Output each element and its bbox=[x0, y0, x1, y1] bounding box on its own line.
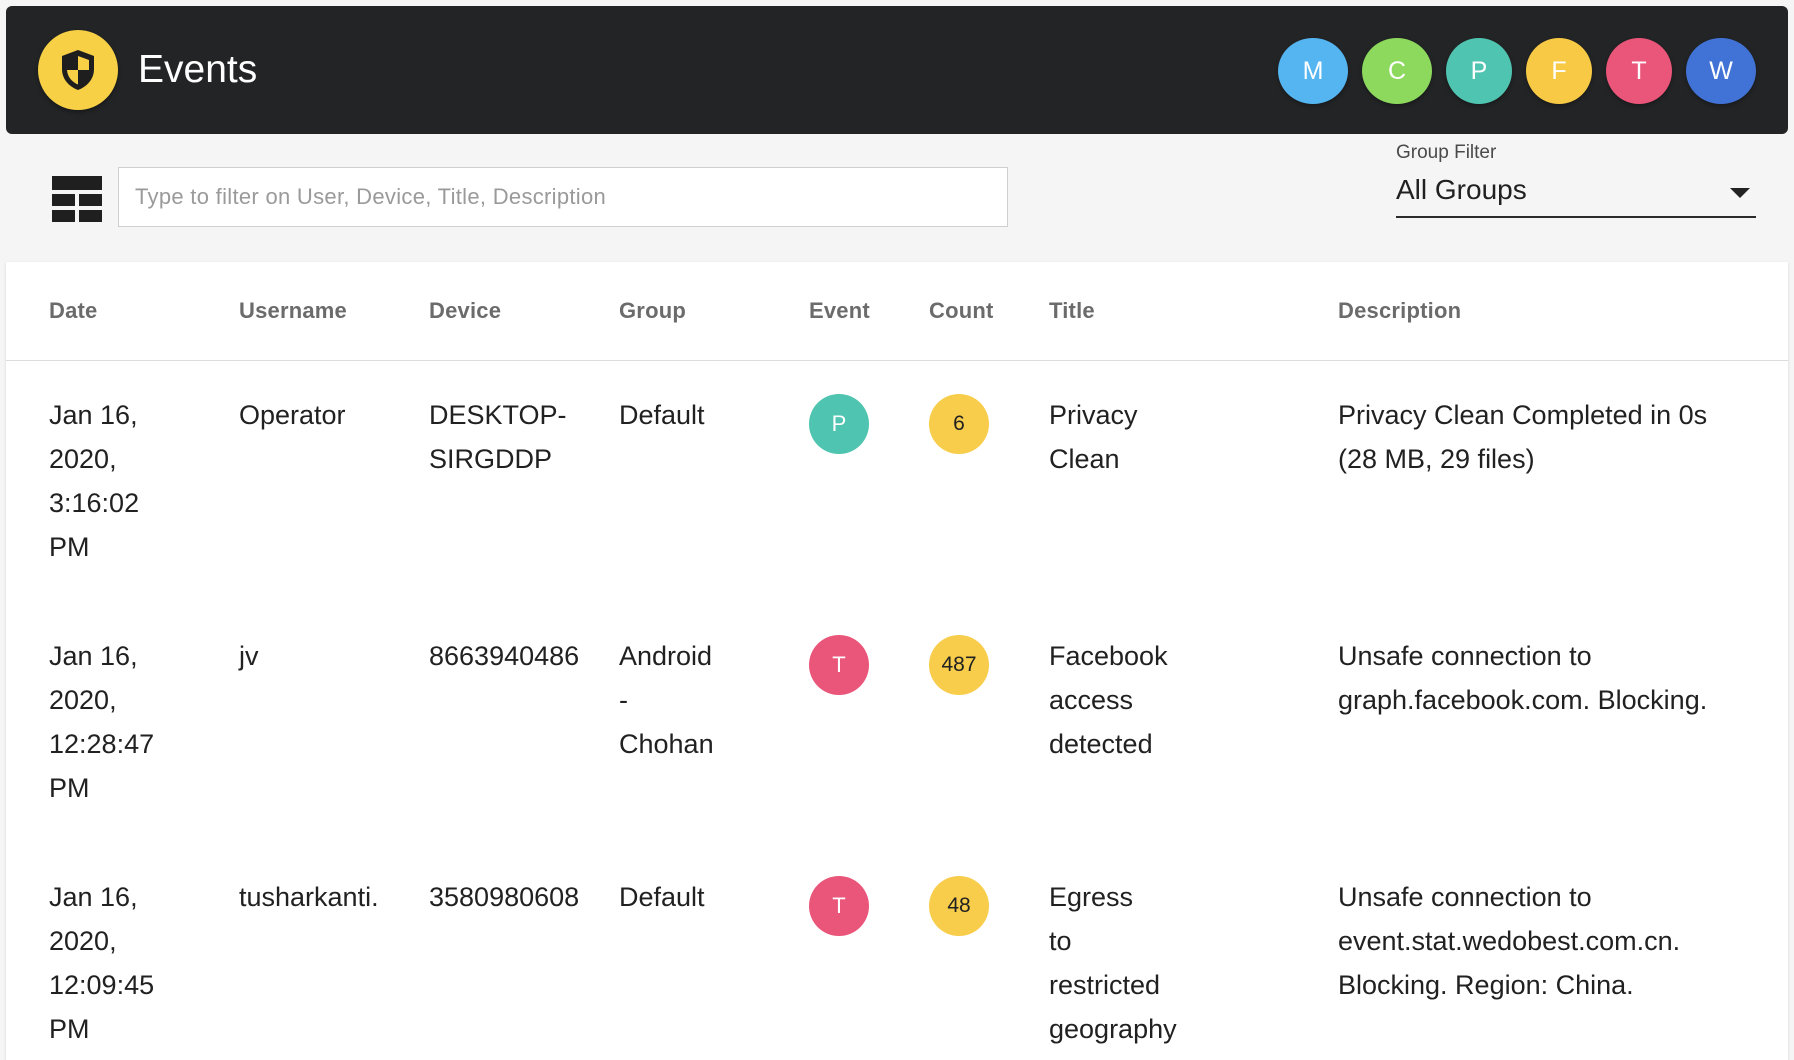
column-header-device[interactable]: Device bbox=[429, 298, 501, 324]
cell-description: Unsafe connection to graph.facebook.com. … bbox=[1338, 634, 1758, 722]
cell-date-line: Jan 16, bbox=[49, 641, 138, 671]
cell-date-line: 2020, bbox=[49, 444, 117, 474]
cell-title-line: geography bbox=[1049, 1014, 1177, 1044]
column-header-group[interactable]: Group bbox=[619, 298, 686, 324]
cell-title: Privacy Clean bbox=[1049, 393, 1319, 481]
cell-description-line: graph.facebook.com. Blocking. bbox=[1338, 685, 1708, 715]
cell-title-line: restricted bbox=[1049, 970, 1161, 1000]
avatar[interactable]: T bbox=[1606, 38, 1672, 104]
cell-device: DESKTOP- SIRGDDP bbox=[429, 393, 581, 481]
table-view-icon[interactable] bbox=[52, 176, 102, 222]
cell-group: Android - Chohan bbox=[619, 634, 794, 766]
group-filter-value: All Groups bbox=[1396, 174, 1527, 205]
events-table: Date Username Device Group Event Count T… bbox=[6, 262, 1788, 1060]
event-type-badge: T bbox=[809, 635, 869, 695]
column-header-title[interactable]: Title bbox=[1049, 298, 1095, 324]
cell-username: Operator bbox=[239, 393, 419, 437]
cell-title-line: detected bbox=[1049, 729, 1153, 759]
cell-username-line: Operator bbox=[239, 400, 346, 430]
cell-description-line: Unsafe connection to bbox=[1338, 882, 1592, 912]
app-bar: Events M C P F T W bbox=[6, 6, 1788, 134]
event-type-badge: T bbox=[809, 876, 869, 936]
page-title: Events bbox=[138, 48, 258, 91]
cell-device-line: 8663940486 bbox=[429, 641, 580, 671]
filter-input[interactable] bbox=[118, 167, 1008, 227]
cell-description-line: Unsafe connection to bbox=[1338, 641, 1592, 671]
cell-date-line: Jan 16, bbox=[49, 400, 138, 430]
cell-description-line: Blocking. Region: China. bbox=[1338, 970, 1634, 1000]
caret-down-icon bbox=[1730, 188, 1750, 198]
user-avatar-list: M C P F T W bbox=[1278, 38, 1756, 104]
count-badge: 48 bbox=[929, 876, 989, 936]
count-badge: 487 bbox=[929, 635, 989, 695]
avatar[interactable]: C bbox=[1362, 38, 1432, 104]
cell-device: 8663940486 bbox=[429, 634, 581, 678]
cell-date: Jan 16, 2020, 12:09:45 PM bbox=[49, 875, 224, 1051]
cell-group-line: Default bbox=[619, 400, 705, 430]
column-header-username[interactable]: Username bbox=[239, 298, 347, 324]
avatar[interactable]: F bbox=[1526, 38, 1592, 104]
event-type-badge: P bbox=[809, 394, 869, 454]
table-row[interactable]: Jan 16, 2020, 12:09:45 PM tusharkanti. 358098… bbox=[6, 843, 1788, 1060]
cell-title: Egress to restricted geography bbox=[1049, 875, 1319, 1051]
cell-date: Jan 16, 2020, 3:16:02 PM bbox=[49, 393, 224, 569]
cell-group-line: Android bbox=[619, 641, 713, 671]
cell-description: Unsafe connection to event.stat.wedobest.… bbox=[1338, 875, 1758, 1007]
cell-group: Default bbox=[619, 393, 794, 437]
table-header: Date Username Device Group Event Count T… bbox=[6, 262, 1788, 361]
cell-title-line: Clean bbox=[1049, 444, 1120, 474]
cell-title-line: access bbox=[1049, 685, 1134, 715]
table-row[interactable]: Jan 16, 2020, 12:28:47 PM jv 8663940486 Androi… bbox=[6, 602, 1788, 843]
cell-description-line: event.stat.wedobest.com.cn. bbox=[1338, 926, 1681, 956]
cell-device-line: 3580980608 bbox=[429, 882, 580, 912]
cell-group-line: Chohan bbox=[619, 729, 714, 759]
avatar[interactable]: M bbox=[1278, 38, 1348, 104]
select-underline bbox=[1396, 216, 1756, 218]
column-header-event[interactable]: Event bbox=[809, 298, 870, 324]
cell-description: Privacy Clean Completed in 0s (28 MB, 29 … bbox=[1338, 393, 1758, 481]
cell-group-line: Default bbox=[619, 882, 705, 912]
column-header-count[interactable]: Count bbox=[929, 298, 994, 324]
cell-date-line: 12:09:45 bbox=[49, 970, 155, 1000]
cell-date-line: 2020, bbox=[49, 685, 117, 715]
cell-device-line: DESKTOP- bbox=[429, 400, 567, 430]
cell-date-line: PM bbox=[49, 532, 90, 562]
cell-title-line: to bbox=[1049, 926, 1072, 956]
cell-date-line: Jan 16, bbox=[49, 882, 138, 912]
cell-date-line: 3:16:02 bbox=[49, 488, 140, 518]
cell-username: jv bbox=[239, 634, 419, 678]
cell-description-line: (28 MB, 29 files) bbox=[1338, 444, 1535, 474]
avatar[interactable]: W bbox=[1686, 38, 1756, 104]
cell-device: 3580980608 bbox=[429, 875, 581, 919]
cell-date-line: 2020, bbox=[49, 926, 117, 956]
cell-description-line: Privacy Clean Completed in 0s bbox=[1338, 400, 1708, 430]
cell-username: tusharkanti. bbox=[239, 875, 419, 919]
cell-date-line: PM bbox=[49, 1014, 90, 1044]
column-header-date[interactable]: Date bbox=[49, 298, 98, 324]
shield-icon[interactable] bbox=[38, 30, 118, 110]
avatar[interactable]: P bbox=[1446, 38, 1512, 104]
cell-date-line: PM bbox=[49, 773, 90, 803]
cell-date: Jan 16, 2020, 12:28:47 PM bbox=[49, 634, 224, 810]
cell-username-line: tusharkanti. bbox=[239, 882, 379, 912]
group-filter-select[interactable]: Group Filter All Groups bbox=[1396, 140, 1756, 218]
cell-title-line: Egress bbox=[1049, 882, 1134, 912]
cell-device-line: SIRGDDP bbox=[429, 444, 553, 474]
cell-title-line: Facebook bbox=[1049, 641, 1168, 671]
cell-title: Facebook access detected bbox=[1049, 634, 1319, 766]
cell-username-line: jv bbox=[239, 641, 259, 671]
count-badge: 6 bbox=[929, 394, 989, 454]
table-row[interactable]: Jan 16, 2020, 3:16:02 PM Operator DESKTOP- SIR… bbox=[6, 361, 1788, 602]
group-filter-label: Group Filter bbox=[1396, 142, 1497, 163]
cell-group-line: - bbox=[619, 685, 628, 715]
cell-title-line: Privacy bbox=[1049, 400, 1138, 430]
cell-date-line: 12:28:47 bbox=[49, 729, 155, 759]
column-header-description[interactable]: Description bbox=[1338, 298, 1461, 324]
cell-group: Default bbox=[619, 875, 794, 919]
